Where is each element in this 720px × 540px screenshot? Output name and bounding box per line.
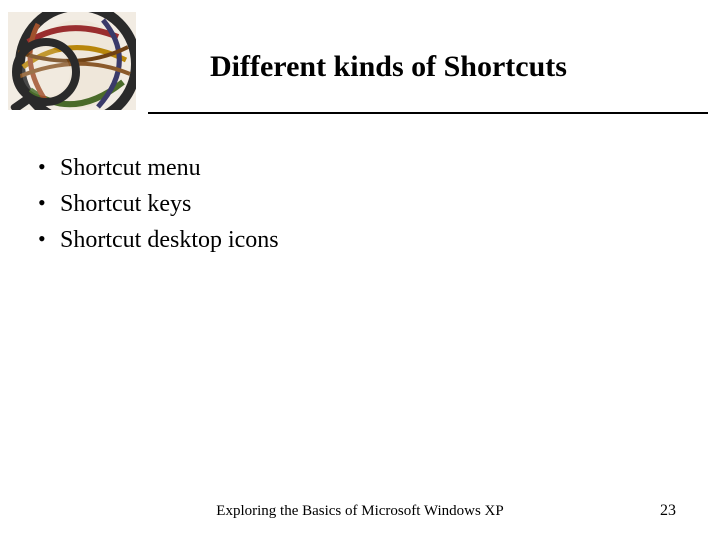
title-row: Different kinds of Shortcuts — [0, 12, 720, 122]
logo-image-icon — [8, 12, 136, 110]
title-underline — [148, 112, 708, 114]
page-number: 23 — [660, 502, 676, 520]
bullet-list: Shortcut menu Shortcut keys Shortcut des… — [38, 150, 660, 258]
body-content: Shortcut menu Shortcut keys Shortcut des… — [38, 150, 660, 258]
list-item: Shortcut desktop icons — [38, 222, 660, 258]
list-item: Shortcut keys — [38, 186, 660, 222]
list-item: Shortcut menu — [38, 150, 660, 186]
footer-text: Exploring the Basics of Microsoft Window… — [0, 503, 720, 520]
decorative-logo — [8, 12, 136, 110]
slide: Different kinds of Shortcuts Shortcut me… — [0, 0, 720, 540]
slide-title: Different kinds of Shortcuts — [210, 50, 567, 84]
